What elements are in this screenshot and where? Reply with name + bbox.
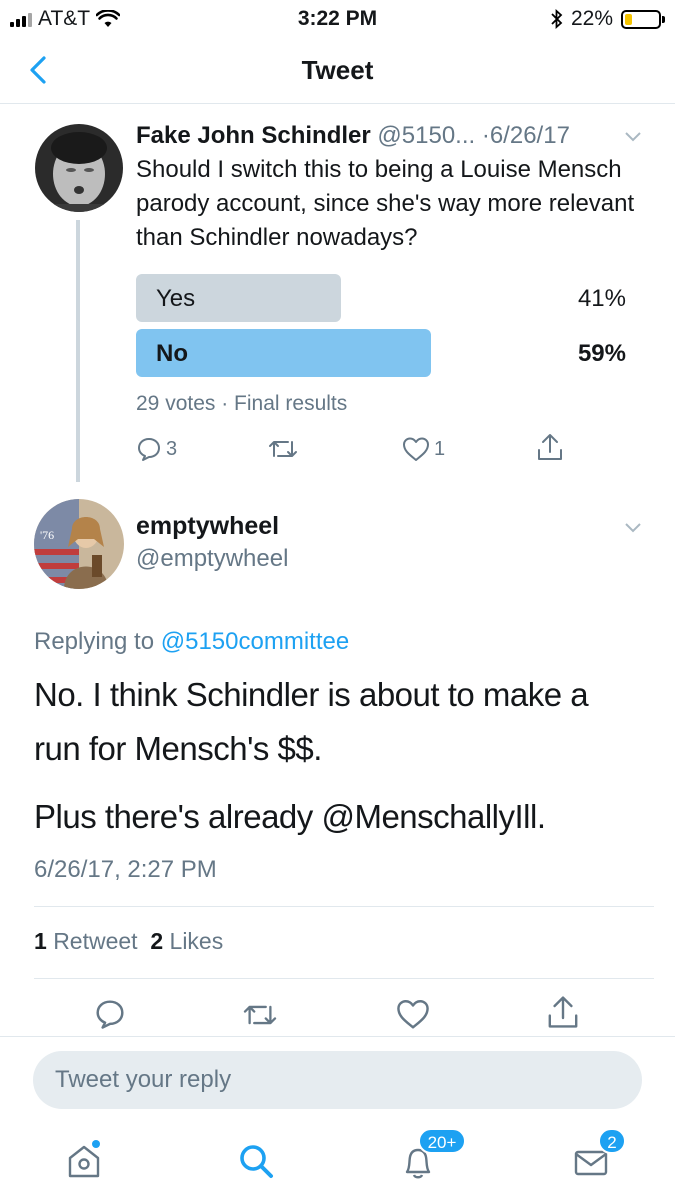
- tab-bar: 20+ 2: [0, 1120, 675, 1200]
- author-handle[interactable]: @emptywheel: [136, 545, 288, 573]
- avatar[interactable]: '76: [34, 499, 124, 589]
- retweet-button[interactable]: [268, 436, 298, 462]
- poll-meta: 29 votes · Final results: [136, 392, 348, 415]
- poll-option-no: No 59%: [136, 329, 636, 377]
- poll-percent: 59%: [577, 340, 626, 367]
- retweets-stat[interactable]: 1 Retweet: [34, 928, 138, 954]
- tweet-text-line: Plus there's already @MenschallyIll.: [34, 798, 546, 835]
- tweet-text-line: run for Mensch's $$.: [34, 730, 322, 767]
- replying-prefix: Replying to: [34, 628, 155, 655]
- battery-icon: [621, 9, 665, 29]
- retweet-icon[interactable]: [242, 1000, 278, 1030]
- retweet-label: Retweet: [53, 928, 138, 954]
- tweet-actions: 3 1: [136, 434, 576, 468]
- share-icon: [538, 434, 562, 460]
- retweet-icon: [269, 441, 297, 457]
- tab-notifications[interactable]: 20+: [396, 1128, 466, 1182]
- tweet-text-line: No. I think Schindler is about to make a: [34, 676, 589, 713]
- home-icon: [68, 1140, 100, 1178]
- tab-home[interactable]: [62, 1138, 106, 1182]
- like-label: Likes: [169, 928, 224, 954]
- chevron-down-icon[interactable]: [624, 131, 642, 143]
- heart-icon[interactable]: [396, 998, 430, 1030]
- retweet-count: 1: [34, 928, 47, 954]
- chevron-down-icon[interactable]: [624, 522, 642, 534]
- status-right: 22%: [551, 7, 665, 31]
- divider: [34, 978, 654, 979]
- heart-icon: [403, 437, 429, 461]
- poll-option-yes: Yes 41%: [136, 274, 636, 322]
- battery-percent: 22%: [570, 7, 613, 30]
- nav-bar: Tweet: [0, 40, 675, 104]
- notifications-badge: 20+: [418, 1128, 466, 1154]
- share-icon[interactable]: [546, 994, 580, 1030]
- search-icon: [240, 1145, 273, 1178]
- like-button[interactable]: 1: [402, 436, 445, 462]
- reply-icon: [138, 438, 160, 461]
- poll-option-label: No: [156, 340, 188, 367]
- share-button[interactable]: [536, 432, 564, 462]
- author-name[interactable]: Fake John Schindler: [136, 122, 371, 149]
- poll-percent: 41%: [577, 285, 626, 312]
- avatar[interactable]: [35, 124, 123, 212]
- author-handle[interactable]: @5150...: [377, 122, 475, 149]
- tweet-text: Should I switch this to being a Louise M…: [136, 156, 635, 251]
- svg-text:'76: '76: [40, 528, 54, 542]
- like-count: 1: [434, 437, 446, 460]
- reply-input[interactable]: [33, 1051, 642, 1109]
- status-bar: AT&T 3:22 PM 22%: [0, 0, 675, 38]
- reply-button[interactable]: 3: [136, 436, 177, 462]
- likes-stat[interactable]: 2 Likes: [150, 928, 223, 954]
- page-title: Tweet: [301, 55, 374, 85]
- tweet-header: Fake John Schindler @5150... ·6/26/17: [136, 122, 570, 150]
- author-name[interactable]: emptywheel: [136, 512, 279, 541]
- thread-line: [76, 220, 80, 482]
- avatar-photo: '76: [34, 499, 124, 589]
- tweet-timestamp: 6/26/17, 2:27 PM: [34, 856, 217, 883]
- poll-option-label: Yes: [156, 285, 196, 312]
- reply-icon[interactable]: [94, 998, 126, 1030]
- messages-badge: 2: [598, 1128, 626, 1154]
- tweet-actions: [0, 996, 675, 1036]
- avatar-photo: [35, 124, 123, 212]
- reply-count: 3: [166, 437, 178, 460]
- tweet-stats: 1 Retweet 2 Likes: [34, 928, 223, 955]
- replying-handle-link[interactable]: @5150committee: [161, 628, 349, 655]
- tab-search[interactable]: [234, 1138, 278, 1182]
- tweet-date: ·6/26/17: [481, 122, 570, 149]
- reply-bar: [0, 1036, 675, 1120]
- replying-to: Replying to @5150committee: [34, 628, 349, 656]
- bluetooth-icon: [551, 9, 563, 29]
- tab-messages[interactable]: 2: [570, 1128, 626, 1182]
- divider: [34, 906, 654, 907]
- like-count: 2: [150, 928, 164, 954]
